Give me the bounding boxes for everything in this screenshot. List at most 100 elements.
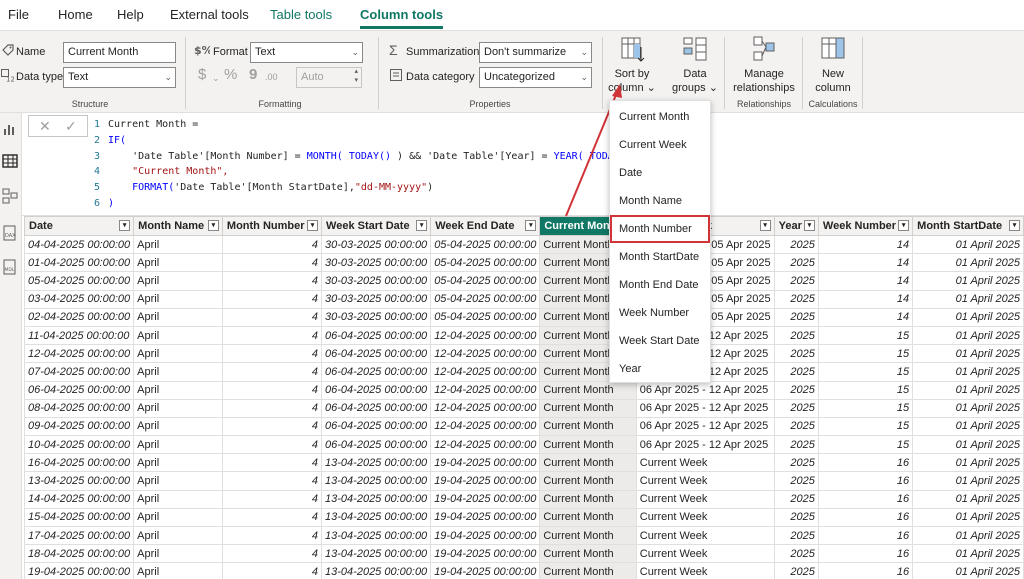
table-cell[interactable]: 01-04-2025 00:00:00 bbox=[24, 253, 135, 273]
table-cell[interactable]: 30-03-2025 00:00:00 bbox=[321, 253, 432, 273]
table-cell[interactable]: 05-04-2025 00:00:00 bbox=[430, 289, 541, 309]
table-cell[interactable]: 03-04-2025 00:00:00 bbox=[24, 289, 135, 309]
table-cell[interactable]: April bbox=[133, 234, 223, 255]
table-cell[interactable]: Current Month bbox=[539, 380, 637, 400]
table-cell[interactable]: 05-04-2025 00:00:00 bbox=[430, 253, 541, 273]
table-cell[interactable]: 4 bbox=[221, 489, 323, 509]
table-cell[interactable]: 01 April 2025 bbox=[912, 344, 1024, 364]
table-cell[interactable]: 02-04-2025 00:00:00 bbox=[24, 307, 135, 327]
tab-table-tools[interactable]: Table tools bbox=[270, 0, 332, 30]
table-cell[interactable]: April bbox=[133, 253, 223, 273]
table-cell[interactable]: 2025 bbox=[773, 344, 819, 364]
table-cell[interactable]: Current Month bbox=[539, 435, 637, 455]
table-view-icon[interactable] bbox=[2, 153, 18, 169]
column-header[interactable]: Month Number ▾ bbox=[221, 216, 323, 236]
column-header[interactable]: Week Start Date ▾ bbox=[321, 216, 432, 236]
table-cell[interactable]: 4 bbox=[221, 344, 323, 364]
table-cell[interactable]: 06-04-2025 00:00:00 bbox=[321, 325, 432, 346]
table-cell[interactable]: 30-03-2025 00:00:00 bbox=[321, 289, 432, 309]
table-cell[interactable]: April bbox=[133, 507, 223, 528]
table-cell[interactable]: 01 April 2025 bbox=[912, 507, 1024, 528]
table-cell[interactable]: Current Month bbox=[539, 453, 637, 473]
table-cell[interactable]: 01 April 2025 bbox=[912, 289, 1024, 309]
table-cell[interactable]: 15 bbox=[817, 380, 914, 400]
table-cell[interactable]: 01 April 2025 bbox=[912, 453, 1024, 473]
tab-column-tools[interactable]: Column tools bbox=[360, 0, 444, 30]
table-cell[interactable]: 06-04-2025 00:00:00 bbox=[321, 435, 432, 455]
data-type-select[interactable]: Text ⌄ bbox=[63, 67, 176, 88]
table-cell[interactable]: April bbox=[133, 489, 223, 509]
format-select[interactable]: Text ⌄ bbox=[250, 42, 363, 63]
table-cell[interactable]: 01 April 2025 bbox=[912, 380, 1024, 400]
column-filter-icon[interactable]: ▾ bbox=[119, 220, 131, 231]
table-cell[interactable]: 4 bbox=[221, 271, 323, 291]
cancel-icon[interactable]: ✕ bbox=[39, 118, 51, 135]
table-cell[interactable]: 19-04-2025 00:00:00 bbox=[430, 525, 541, 546]
table-cell[interactable]: 13-04-2025 00:00:00 bbox=[321, 525, 432, 546]
table-cell[interactable]: Current Month bbox=[539, 562, 637, 579]
report-view-icon[interactable] bbox=[2, 121, 18, 137]
table-cell[interactable]: 14 bbox=[817, 289, 914, 309]
column-filter-icon[interactable]: ▾ bbox=[525, 220, 537, 231]
table-cell[interactable]: 01 April 2025 bbox=[912, 544, 1024, 564]
table-cell[interactable]: Current Week bbox=[635, 453, 775, 473]
table-cell[interactable]: 4 bbox=[221, 325, 323, 346]
column-filter-icon[interactable]: ▾ bbox=[307, 220, 319, 231]
table-cell[interactable]: Current Month bbox=[539, 416, 637, 437]
table-cell[interactable]: 2025 bbox=[773, 471, 819, 491]
table-cell[interactable]: 2025 bbox=[773, 380, 819, 400]
sort-option[interactable]: Year bbox=[610, 355, 710, 383]
table-cell[interactable]: April bbox=[133, 562, 223, 579]
tab-home[interactable]: Home bbox=[58, 0, 93, 30]
table-cell[interactable]: 05-04-2025 00:00:00 bbox=[430, 307, 541, 327]
table-cell[interactable]: April bbox=[133, 344, 223, 364]
table-cell[interactable]: 2025 bbox=[773, 453, 819, 473]
tmdl-view-icon[interactable]: MDL bbox=[2, 259, 18, 275]
table-cell[interactable]: 12-04-2025 00:00:00 bbox=[430, 344, 541, 364]
table-cell[interactable]: 04-04-2025 00:00:00 bbox=[24, 234, 135, 255]
table-cell[interactable]: 19-04-2025 00:00:00 bbox=[430, 489, 541, 509]
table-cell[interactable]: 06-04-2025 00:00:00 bbox=[321, 416, 432, 437]
table-cell[interactable]: 13-04-2025 00:00:00 bbox=[321, 489, 432, 509]
table-cell[interactable]: 06-04-2025 00:00:00 bbox=[321, 344, 432, 364]
table-cell[interactable]: April bbox=[133, 271, 223, 291]
column-header[interactable]: Week End Date ▾ bbox=[430, 216, 541, 236]
table-cell[interactable]: Current Month bbox=[539, 471, 637, 491]
table-cell[interactable]: April bbox=[133, 544, 223, 564]
table-cell[interactable]: 17-04-2025 00:00:00 bbox=[24, 525, 135, 546]
table-cell[interactable]: 19-04-2025 00:00:00 bbox=[430, 471, 541, 491]
tab-external-tools[interactable]: External tools bbox=[170, 0, 249, 30]
table-cell[interactable]: 15 bbox=[817, 362, 914, 382]
dax-query-view-icon[interactable]: DAX bbox=[2, 225, 18, 241]
table-cell[interactable]: 05-04-2025 00:00:00 bbox=[430, 234, 541, 255]
table-cell[interactable]: 07-04-2025 00:00:00 bbox=[24, 362, 135, 382]
table-cell[interactable]: 4 bbox=[221, 307, 323, 327]
table-cell[interactable]: 06 Apr 2025 - 12 Apr 2025 bbox=[635, 380, 775, 400]
column-header[interactable]: Year ▾ bbox=[773, 216, 819, 236]
table-cell[interactable]: 01 April 2025 bbox=[912, 489, 1024, 509]
column-header[interactable]: Month Name ▾ bbox=[133, 216, 223, 236]
table-cell[interactable]: 2025 bbox=[773, 234, 819, 255]
table-cell[interactable]: 30-03-2025 00:00:00 bbox=[321, 271, 432, 291]
data-groups-button[interactable]: Data groups ⌄ bbox=[670, 35, 720, 95]
table-cell[interactable]: 2025 bbox=[773, 562, 819, 579]
table-cell[interactable]: April bbox=[133, 380, 223, 400]
table-cell[interactable]: 09-04-2025 00:00:00 bbox=[24, 416, 135, 437]
table-cell[interactable]: Current Month bbox=[539, 507, 637, 528]
table-cell[interactable]: April bbox=[133, 289, 223, 309]
table-cell[interactable]: April bbox=[133, 307, 223, 327]
sort-option[interactable]: Week Number bbox=[610, 299, 710, 327]
model-view-icon[interactable] bbox=[2, 188, 18, 204]
table-cell[interactable]: 06 Apr 2025 - 12 Apr 2025 bbox=[635, 398, 775, 418]
table-cell[interactable]: April bbox=[133, 453, 223, 473]
table-cell[interactable]: 2025 bbox=[773, 325, 819, 346]
table-cell[interactable]: 06-04-2025 00:00:00 bbox=[321, 362, 432, 382]
table-cell[interactable]: 13-04-2025 00:00:00 bbox=[321, 507, 432, 528]
currency-icon[interactable]: $ bbox=[198, 67, 206, 82]
table-cell[interactable]: 11-04-2025 00:00:00 bbox=[24, 325, 135, 346]
table-cell[interactable]: 16 bbox=[817, 471, 914, 491]
dax-editor[interactable]: 1 Current Month = 2 IF( 3 'Date Table'[Mon… bbox=[94, 117, 626, 212]
table-cell[interactable]: 16 bbox=[817, 453, 914, 473]
sort-option[interactable]: Current Week bbox=[610, 131, 710, 159]
table-cell[interactable]: 19-04-2025 00:00:00 bbox=[430, 453, 541, 473]
